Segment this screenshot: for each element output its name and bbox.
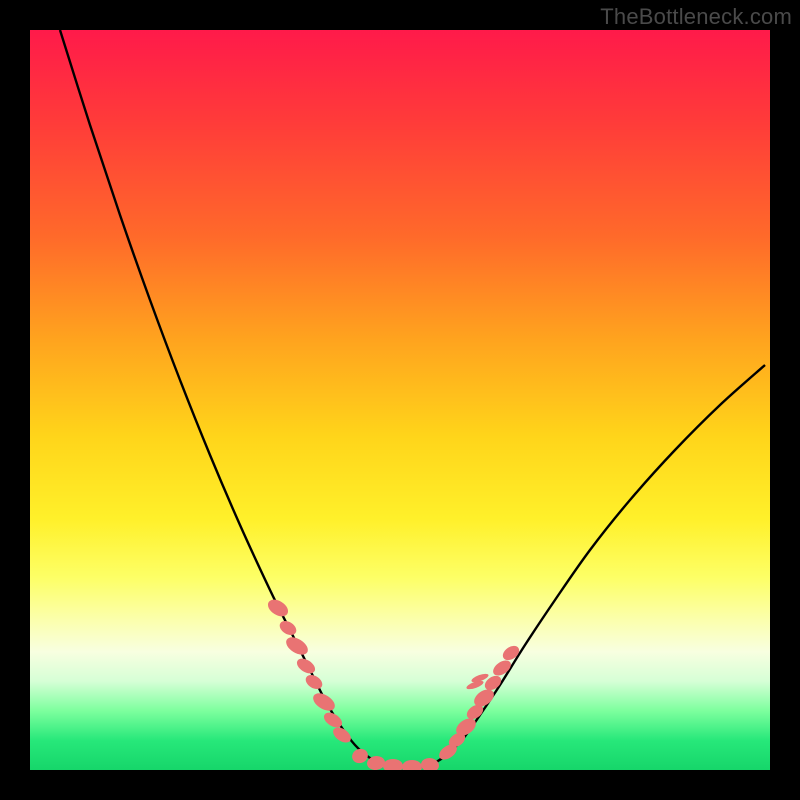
curve-marker xyxy=(310,690,338,715)
curve-marker xyxy=(383,759,403,770)
curve-markers xyxy=(265,596,522,770)
chart-svg xyxy=(30,30,770,770)
watermark-text: TheBottleneck.com xyxy=(600,4,792,30)
bottleneck-curve xyxy=(60,30,765,767)
curve-marker xyxy=(402,760,422,770)
chart-frame xyxy=(30,30,770,770)
curve-marker xyxy=(500,643,522,663)
curve-marker xyxy=(283,634,311,659)
curve-marker xyxy=(294,656,317,677)
curve-marker xyxy=(303,672,325,692)
curve-marker xyxy=(420,757,440,770)
curve-marker xyxy=(265,596,291,620)
curve-marker xyxy=(350,747,370,766)
curve-marker xyxy=(277,618,299,638)
